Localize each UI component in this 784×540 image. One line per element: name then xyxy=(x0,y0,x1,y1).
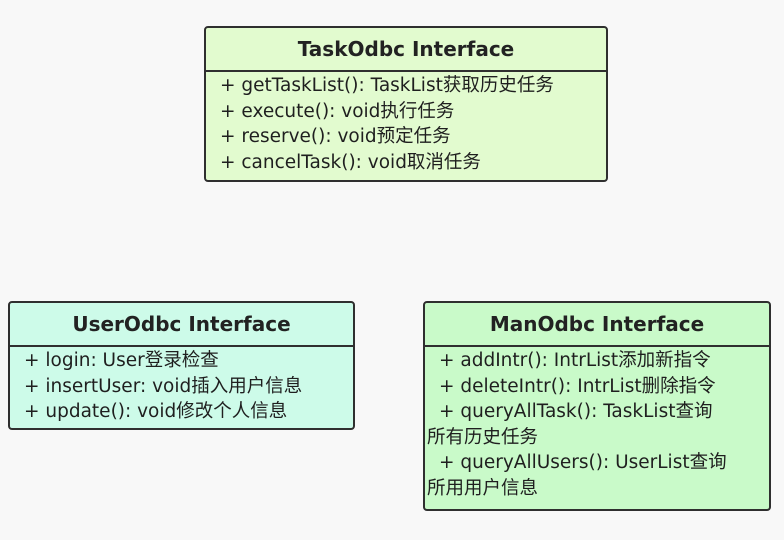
man-odbc-interface-title: ManOdbc Interface xyxy=(425,303,769,347)
member-delete-intr: + deleteIntr(): IntrList删除指令 xyxy=(439,375,716,397)
man-odbc-interface-members: + addIntr(): IntrList添加新指令 + deleteIntr(… xyxy=(425,347,769,501)
member-query-all-users-continued: 所用用户信息 xyxy=(427,477,539,499)
member-query-all-task-continued: 所有历史任务 xyxy=(427,426,539,448)
member-login: + login: User登录检查 xyxy=(24,350,219,371)
uml-diagram-canvas: TaskOdbc Interface + getTaskList(): Task… xyxy=(0,0,784,540)
user-odbc-interface-title: UserOdbc Interface xyxy=(10,303,353,347)
user-odbc-interface-box[interactable]: UserOdbc Interface + login: User登录检查 + i… xyxy=(8,301,355,430)
member-query-all-users: + queryAllUsers(): UserList查询 xyxy=(439,452,727,473)
task-odbc-interface-members: + getTaskList(): TaskList获取历史任务 + execut… xyxy=(206,72,606,175)
member-reserve: + reserve(): void预定任务 xyxy=(220,126,451,147)
man-odbc-interface-box[interactable]: ManOdbc Interface + addIntr(): IntrList添… xyxy=(423,301,771,511)
member-get-task-list: + getTaskList(): TaskList获取历史任务 xyxy=(220,75,554,96)
member-cancel-task: + cancelTask(): void取消任务 xyxy=(220,151,481,173)
user-odbc-interface-members: + login: User登录检查 + insertUser: void插入用户… xyxy=(10,347,353,425)
member-execute: + execute(): void执行任务 xyxy=(220,100,455,122)
member-update: + update(): void修改个人信息 xyxy=(24,401,288,422)
task-odbc-interface-title: TaskOdbc Interface xyxy=(206,28,606,72)
task-odbc-interface-box[interactable]: TaskOdbc Interface + getTaskList(): Task… xyxy=(204,26,608,182)
member-add-intr: + addIntr(): IntrList添加新指令 xyxy=(439,350,711,371)
member-insert-user: + insertUser: void插入用户信息 xyxy=(24,375,303,397)
member-query-all-task: + queryAllTask(): TaskList查询 xyxy=(439,401,713,422)
